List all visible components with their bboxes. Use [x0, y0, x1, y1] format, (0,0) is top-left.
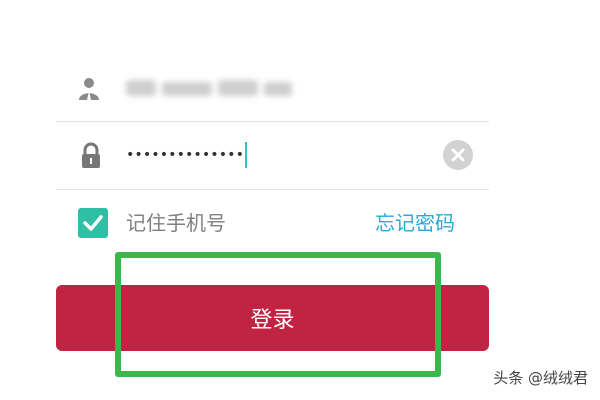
lock-icon	[76, 140, 106, 170]
login-button[interactable]: 登录	[56, 285, 489, 351]
login-page: •••••••••••••• 记住手机号 忘记密码 登录 头条 @绒绒君	[0, 0, 600, 400]
remember-checkbox[interactable]	[78, 208, 108, 238]
remember-label: 记住手机号	[126, 211, 226, 235]
username-field[interactable]	[126, 78, 296, 100]
check-icon	[83, 215, 103, 231]
password-value: ••••••••••••••	[126, 147, 245, 163]
divider	[56, 121, 489, 122]
user-icon	[76, 74, 106, 104]
text-cursor	[245, 142, 248, 168]
password-row[interactable]: ••••••••••••••	[56, 128, 489, 184]
divider	[56, 189, 489, 190]
watermark: 头条 @绒绒君	[493, 369, 588, 387]
password-field[interactable]: ••••••••••••••	[126, 138, 248, 172]
username-row[interactable]	[56, 62, 489, 118]
remember-row: 记住手机号 忘记密码	[56, 204, 489, 244]
clear-icon[interactable]	[443, 140, 473, 170]
forgot-password-link[interactable]: 忘记密码	[375, 208, 455, 238]
